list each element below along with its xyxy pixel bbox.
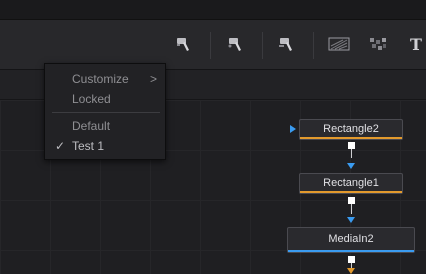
menu-separator	[52, 112, 160, 113]
output-port[interactable]	[348, 197, 355, 204]
node-label: Rectangle1	[323, 177, 379, 189]
menu-item-default[interactable]: Default	[45, 116, 165, 136]
paint-brush-icon[interactable]	[276, 33, 298, 55]
menu-item-label: Locked	[72, 92, 111, 106]
background-icon[interactable]	[327, 33, 351, 55]
node-color-underline	[288, 250, 414, 252]
fast-noise-icon[interactable]	[366, 33, 390, 55]
connection-line	[351, 149, 352, 158]
connection-line	[351, 204, 352, 214]
submenu-arrow-icon: >	[150, 72, 158, 86]
active-view-indicator	[290, 125, 296, 133]
node-mediain2[interactable]: MediaIn2	[287, 227, 415, 253]
paint-brush-icon[interactable]	[173, 33, 195, 55]
node-color-underline	[300, 137, 402, 139]
menu-item-label: Customize	[72, 72, 129, 86]
context-menu: Customize > Locked Default ✓ Test 1	[44, 63, 166, 160]
menu-item-customize[interactable]: Customize >	[45, 69, 165, 89]
node-rectangle1[interactable]: Rectangle1	[299, 173, 403, 194]
toolbar-separator	[210, 32, 211, 59]
output-port[interactable]	[348, 142, 355, 149]
output-port[interactable]	[348, 256, 355, 263]
menu-item-label: Default	[72, 119, 111, 133]
toolbar-separator	[262, 32, 263, 59]
node-rectangle2[interactable]: Rectangle2	[299, 119, 403, 140]
input-port-arrow[interactable]	[347, 163, 355, 169]
menu-item-test-1[interactable]: ✓ Test 1	[45, 136, 165, 156]
toolbar-separator	[313, 32, 314, 59]
input-port-arrow[interactable]	[347, 268, 355, 274]
menu-item-locked[interactable]: Locked	[45, 89, 165, 109]
text-icon[interactable]: T	[406, 33, 426, 55]
paint-brush-icon[interactable]	[225, 33, 247, 55]
node-label: MediaIn2	[328, 233, 374, 245]
node-color-underline	[300, 191, 402, 193]
node-label: Rectangle2	[323, 123, 379, 135]
checkmark-icon: ✓	[55, 139, 66, 153]
input-port-arrow[interactable]	[347, 217, 355, 223]
menu-item-label: Test 1	[72, 139, 105, 153]
top-strip	[0, 0, 426, 19]
